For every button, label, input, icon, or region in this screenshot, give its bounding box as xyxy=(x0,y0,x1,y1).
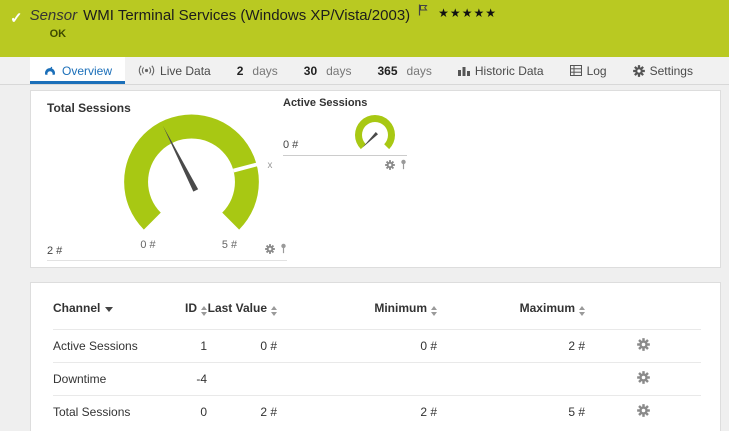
sensor-kind-label: Sensor xyxy=(30,7,78,24)
gauge-marker-label: x xyxy=(268,160,273,171)
column-header-channel[interactable]: Channel xyxy=(53,289,148,330)
table-header-row: Channel ID Last Value Minimum Maximum xyxy=(53,289,701,330)
channel-name: Total Sessions xyxy=(53,396,148,429)
gauges-panel: Total Sessions x 0 # 5 # 2 # Active Sess… xyxy=(30,90,721,268)
gauge-current-value: 0 # xyxy=(283,139,298,151)
column-label: Channel xyxy=(53,301,100,315)
channel-settings-icon[interactable] xyxy=(637,340,650,354)
channel-name: Downtime xyxy=(53,363,148,396)
tab-365-days[interactable]: 365 days xyxy=(364,57,444,84)
status-badge: OK xyxy=(50,28,497,40)
sort-icon xyxy=(201,306,207,316)
tab-settings[interactable]: Settings xyxy=(620,57,706,84)
tab-log[interactable]: Log xyxy=(557,57,620,84)
header-text: Sensor WMI Terminal Services (Windows XP… xyxy=(30,7,497,40)
column-header-minimum[interactable]: Minimum xyxy=(277,289,437,330)
table-row: Total Sessions 0 2 # 2 # 5 # xyxy=(53,396,701,429)
channel-maximum xyxy=(437,363,585,396)
total-sessions-gauge-footer: 2 # xyxy=(47,243,287,261)
tab-2-days[interactable]: 2 days xyxy=(224,57,291,84)
column-label: Maximum xyxy=(520,301,575,315)
flag-icon[interactable] xyxy=(418,3,428,20)
content-area: Total Sessions x 0 # 5 # 2 # Active Sess… xyxy=(0,85,729,431)
channel-last-value: 0 # xyxy=(207,330,277,363)
channel-id: 1 xyxy=(148,330,207,363)
channel-minimum: 0 # xyxy=(277,330,437,363)
column-header-last-value[interactable]: Last Value xyxy=(207,289,277,330)
column-label: Minimum xyxy=(374,301,427,315)
channel-id: 0 xyxy=(148,396,207,429)
active-sessions-gauge-chart xyxy=(345,107,407,159)
column-header-actions xyxy=(585,289,701,330)
gauge-icon xyxy=(43,65,57,76)
table-row: Active Sessions 1 0 # 0 # 2 # xyxy=(53,330,701,363)
log-icon xyxy=(570,65,582,76)
column-header-maximum[interactable]: Maximum xyxy=(437,289,585,330)
table-row: Downtime -4 xyxy=(53,363,701,396)
pin-icon[interactable] xyxy=(400,157,407,175)
column-label: ID xyxy=(185,301,197,315)
total-sessions-gauge-chart: x 0 # 5 # xyxy=(99,95,284,258)
channel-minimum: 2 # xyxy=(277,396,437,429)
channel-maximum: 2 # xyxy=(437,330,585,363)
channels-panel: Channel ID Last Value Minimum Maximum xyxy=(30,282,721,431)
tab-label: Overview xyxy=(62,64,112,78)
gauge-controls xyxy=(265,243,287,257)
tab-label-unit: days xyxy=(407,64,432,78)
tab-bar: Overview Live Data 2 days 30 days 365 xyxy=(0,57,729,85)
channel-last-value xyxy=(207,363,277,396)
channel-settings-icon[interactable] xyxy=(637,406,650,420)
dropdown-caret-icon xyxy=(105,307,113,312)
title-line: Sensor WMI Terminal Services (Windows XP… xyxy=(30,7,497,24)
tab-label-number: 365 xyxy=(377,64,397,78)
pin-icon[interactable] xyxy=(280,243,287,257)
settings-gear-icon xyxy=(633,65,645,77)
channel-last-value: 2 # xyxy=(207,396,277,429)
channel-id: -4 xyxy=(148,363,207,396)
live-data-icon xyxy=(138,65,155,76)
channels-table: Channel ID Last Value Minimum Maximum xyxy=(53,289,701,428)
channel-name: Active Sessions xyxy=(53,330,148,363)
sensor-header: ✓ Sensor WMI Terminal Services (Windows … xyxy=(0,0,729,57)
active-sessions-gauge: Active Sessions 0 # xyxy=(283,97,407,175)
tab-30-days[interactable]: 30 days xyxy=(291,57,365,84)
priority-stars[interactable]: ★★★★★ xyxy=(438,6,497,20)
tab-label-unit: days xyxy=(326,64,351,78)
column-label: Last Value xyxy=(208,301,267,315)
tab-label: Log xyxy=(587,64,607,78)
channel-settings-icon[interactable] xyxy=(637,373,650,387)
active-sessions-gauge-row: 0 # xyxy=(283,111,407,155)
status-check-icon: ✓ xyxy=(10,9,23,27)
tab-label: Historic Data xyxy=(475,64,544,78)
tab-label-number: 30 xyxy=(304,64,317,78)
tab-label: Settings xyxy=(650,64,693,78)
tab-label-number: 2 xyxy=(237,64,244,78)
prtg-sensor-page: ✓ Sensor WMI Terminal Services (Windows … xyxy=(0,0,729,431)
gauge-current-value: 2 # xyxy=(47,245,62,257)
gear-icon[interactable] xyxy=(385,157,395,175)
page-title: WMI Terminal Services (Windows XP/Vista/… xyxy=(83,7,410,24)
gear-icon[interactable] xyxy=(265,244,275,257)
sort-icon xyxy=(271,306,277,316)
tab-historic-data[interactable]: Historic Data xyxy=(445,57,557,84)
sort-icon xyxy=(579,306,585,316)
channel-minimum xyxy=(277,363,437,396)
historic-data-icon xyxy=(458,65,470,76)
column-header-id[interactable]: ID xyxy=(148,289,207,330)
sort-icon xyxy=(431,306,437,316)
tab-label: Live Data xyxy=(160,64,211,78)
channel-maximum: 5 # xyxy=(437,396,585,429)
tab-overview[interactable]: Overview xyxy=(30,57,125,84)
tab-label-unit: days xyxy=(252,64,277,78)
tab-live-data[interactable]: Live Data xyxy=(125,57,224,84)
